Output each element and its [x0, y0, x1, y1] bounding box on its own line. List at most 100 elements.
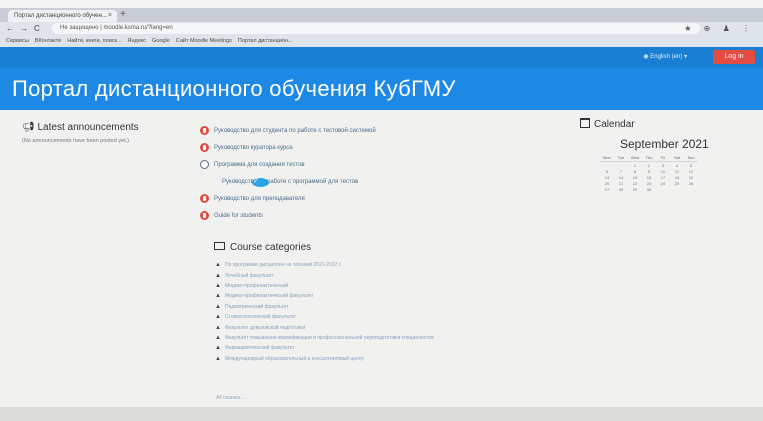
category-label: Медико-профилактический	[225, 282, 289, 289]
announcements-heading: Latest announcements	[37, 122, 139, 133]
calendar-day[interactable]: 30	[642, 186, 656, 192]
page-content: 📢︎ Latest announcements (No announcement…	[0, 110, 763, 421]
tab-title: Портал дистанционного обучен...	[14, 13, 107, 19]
calendar-day	[684, 186, 698, 192]
site-title: Портал дистанционного обучения КубГМУ	[12, 76, 456, 101]
all-courses-link[interactable]: All courses ...	[216, 395, 246, 401]
announcement-icon: 📢︎	[22, 122, 35, 133]
announcements-empty: (No announcements have been posted yet.)	[22, 138, 130, 144]
weekday-header: Tue	[614, 154, 628, 162]
category-label: Факультет довузовской подготовки	[225, 324, 306, 331]
weekday-header: Mon	[600, 154, 614, 162]
graduation-cap-icon: ▲	[215, 293, 221, 300]
browser-tab[interactable]: Портал дистанционного обучен... ×	[8, 10, 117, 22]
url-field[interactable]: Не защищено | moodle.ksma.ru/?lang=en	[52, 23, 700, 34]
pdf-icon	[200, 143, 209, 152]
pdf-icon	[200, 211, 209, 220]
bookmark-item[interactable]: ВКонтакте	[35, 38, 61, 44]
calendar-title: Calendar	[580, 118, 635, 130]
calendar-day	[670, 186, 684, 192]
category-label: Стоматологический факультет	[225, 314, 296, 321]
new-tab-button[interactable]: +	[120, 9, 126, 20]
calendar-day[interactable]: 27	[600, 186, 614, 192]
category-list: ▲ По программе дисциплин на осенний 2021-…	[215, 260, 434, 364]
category-item[interactable]: ▲ Медико-профилактический факультет	[215, 291, 434, 301]
document-label: Guide for students	[214, 212, 264, 219]
category-item[interactable]: ▲ Стоматологический факультет	[215, 312, 434, 322]
categories-heading: Course categories	[230, 242, 312, 253]
document-link[interactable]: Руководство для преподавателя	[200, 190, 376, 207]
calendar-day[interactable]: 28	[614, 186, 628, 192]
caption-strip	[0, 0, 763, 8]
bookmark-item[interactable]: Сайт Moodle Meetings	[176, 38, 232, 44]
forward-icon[interactable]: →	[20, 22, 28, 35]
categories-title: Course categories	[214, 242, 311, 253]
document-link[interactable]: Guide for students	[200, 207, 376, 224]
bookmark-item[interactable]: Портал дистанцион...	[238, 38, 293, 44]
weekday-header: Fri	[656, 154, 670, 162]
back-icon[interactable]: ←	[6, 22, 14, 35]
graduation-cap-icon: ▲	[215, 334, 221, 341]
document-link[interactable]: Руководство по работе с программой для т…	[200, 173, 376, 190]
category-label: Факультет повышения квалификации и профе…	[225, 334, 434, 341]
calendar-day[interactable]: 29	[628, 186, 642, 192]
category-item[interactable]: ▲ Факультет повышения квалификации и проф…	[215, 333, 434, 343]
quiz-icon	[200, 160, 209, 169]
graduation-cap-icon: ▲	[215, 355, 221, 362]
weekday-header: Thu	[642, 154, 656, 162]
url-icon	[252, 176, 269, 187]
calendar-grid: Mon Tue Wed Thu Fri Sat Sun 1 2 3 4 5 6 7 8 9 10 11 12 13 14…	[600, 154, 698, 192]
language-menu[interactable]: ◉ English (en) ▾	[643, 52, 687, 63]
reload-icon[interactable]: C	[34, 22, 40, 35]
bottom-shade	[0, 407, 763, 421]
document-label: Руководство для преподавателя	[214, 195, 305, 202]
graduation-cap-icon: ▲	[215, 262, 221, 269]
monitor-icon	[214, 242, 225, 250]
graduation-cap-icon: ▲	[215, 303, 221, 310]
photo-stage: Портал дистанционного обучен... × + ← → …	[0, 0, 763, 421]
address-row: ← → C Не защищено | moodle.ksma.ru/?lang…	[0, 22, 763, 35]
top-navbar: ◉ English (en) ▾ Log in	[0, 47, 763, 68]
weekday-header: Wed	[628, 154, 642, 162]
document-link[interactable]: Руководство куратора курса	[200, 139, 376, 156]
document-list: Руководство для студента по работе с тес…	[200, 122, 376, 224]
pdf-icon	[200, 194, 209, 203]
category-item[interactable]: ▲ Факультет довузовской подготовки	[215, 322, 434, 332]
document-link[interactable]: Программа для создания тестов	[200, 156, 376, 173]
weekday-header: Sun	[684, 154, 698, 162]
document-label: Руководство для студента по работе с тес…	[214, 127, 376, 134]
bookmark-item[interactable]: Яндекс	[128, 38, 147, 44]
close-tab-icon[interactable]: ×	[108, 10, 112, 22]
graduation-cap-icon: ▲	[215, 314, 221, 321]
login-button[interactable]: Log in	[713, 50, 755, 64]
announcements-title: 📢︎ Latest announcements	[22, 122, 139, 133]
category-label: Лечебный факультет	[225, 272, 274, 279]
browser-chrome: Портал дистанционного обучен... × + ← → …	[0, 8, 763, 47]
category-item[interactable]: ▲ Педиатрический факультет	[215, 302, 434, 312]
graduation-cap-icon: ▲	[215, 345, 221, 352]
site-banner: Портал дистанционного обучения КубГМУ	[0, 68, 763, 110]
category-item[interactable]: ▲ Лечебный факультет	[215, 270, 434, 280]
document-label: Программа для создания тестов	[214, 161, 305, 168]
document-label: Руководство по работе с программой для т…	[222, 178, 359, 185]
pdf-icon	[200, 126, 209, 135]
graduation-cap-icon: ▲	[215, 272, 221, 279]
document-label: Руководство куратора курса	[214, 144, 293, 151]
bookmark-item[interactable]: Сервисы	[6, 38, 29, 44]
category-label: Фармацевтический факультет	[225, 345, 295, 352]
bookmark-item[interactable]: Google	[152, 38, 170, 44]
calendar-month: September 2021	[620, 137, 709, 151]
browser-controls[interactable]: ★ ⊕ ♟ ⋮	[684, 22, 755, 35]
tab-bar: Портал дистанционного обучен... × +	[0, 8, 763, 22]
graduation-cap-icon: ▲	[215, 324, 221, 331]
category-item[interactable]: ▲ Международный образовательный и консалт…	[215, 354, 434, 364]
bookmarks-bar: Сервисы ВКонтакте Найти, книги, поиск... Ян…	[0, 35, 763, 47]
category-item[interactable]: ▲ Медико-профилактический	[215, 281, 434, 291]
graduation-cap-icon: ▲	[215, 282, 221, 289]
category-item[interactable]: ▲ Фармацевтический факультет	[215, 343, 434, 353]
document-link[interactable]: Руководство для студента по работе с тес…	[200, 122, 376, 139]
category-item[interactable]: ▲ По программе дисциплин на осенний 2021-…	[215, 260, 434, 270]
category-label: Педиатрический факультет	[225, 303, 289, 310]
bookmark-item[interactable]: Найти, книги, поиск...	[67, 38, 121, 44]
calendar-icon	[580, 118, 590, 128]
